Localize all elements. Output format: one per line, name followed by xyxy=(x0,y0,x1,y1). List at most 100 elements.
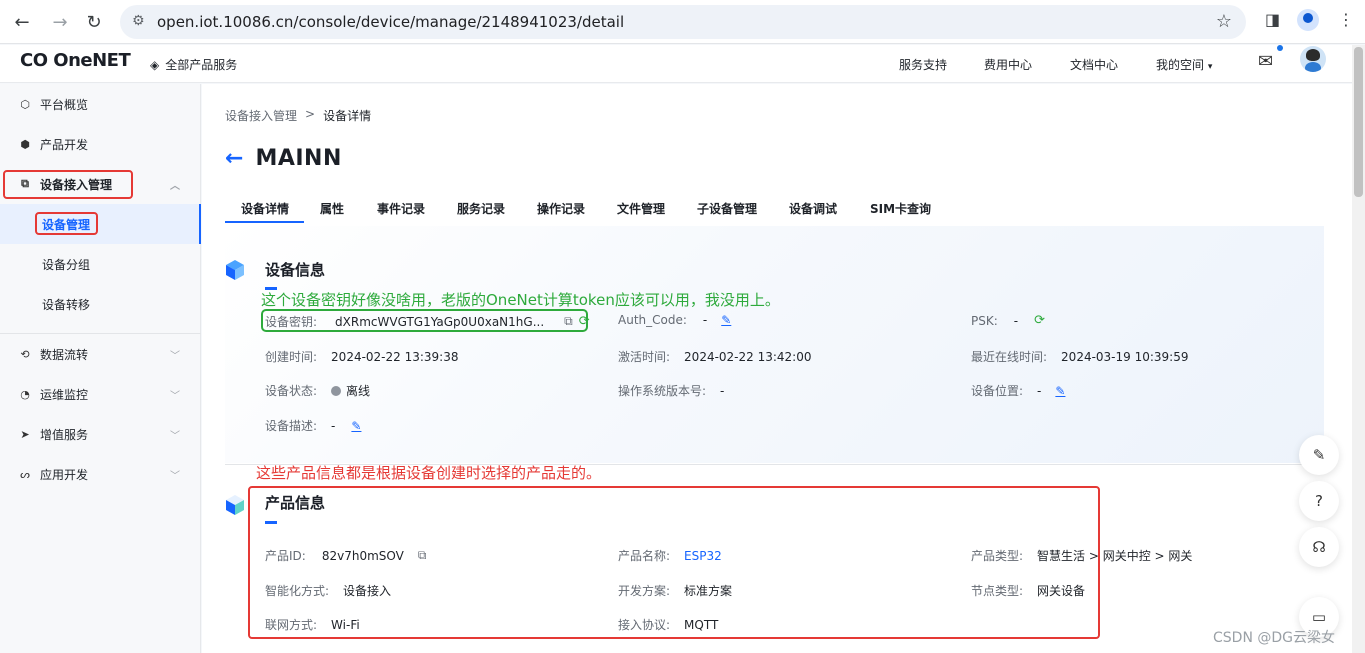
highlight-box xyxy=(248,486,1100,639)
field-label: 设备描述: xyxy=(265,419,318,433)
sidebar-item-label: 运维监控 xyxy=(40,387,89,402)
address-bar[interactable]: ⚙ open.iot.10086.cn/console/device/manag… xyxy=(120,5,1246,39)
help-icon: ? xyxy=(1315,492,1323,510)
service-support-link[interactable]: 服务支持 xyxy=(899,56,947,73)
sidebar-item-label: 数据流转 xyxy=(40,347,89,362)
sidebar-item-label: 应用开发 xyxy=(40,467,89,482)
notification-dot xyxy=(1277,45,1283,51)
page-scrollbar[interactable] xyxy=(1352,45,1365,653)
tab-device-debug[interactable]: 设备调试 xyxy=(789,200,837,217)
breadcrumb-separator: > xyxy=(305,107,316,121)
feedback-edit-button[interactable]: ✎ xyxy=(1299,435,1339,475)
field-created-time: 创建时间: 2024-02-22 13:39:38 xyxy=(265,348,459,365)
activated-time-value: 2024-02-22 13:42:00 xyxy=(684,349,812,364)
created-time-value: 2024-02-22 13:39:38 xyxy=(331,349,459,364)
profile-icon[interactable] xyxy=(1297,9,1319,31)
reload-icon[interactable]: ↻ xyxy=(82,10,106,34)
field-label: PSK: xyxy=(971,313,998,328)
sidebar-item-overview[interactable]: ⬡ 平台概览 xyxy=(0,84,201,124)
sidebar-item-label: 平台概览 xyxy=(40,97,89,112)
monitor-icon: ◔ xyxy=(20,387,30,401)
tab-device-detail[interactable]: 设备详情 xyxy=(241,200,289,217)
app-header: CO OneNET ◈ 全部产品服务 服务支持 费用中心 文档中心 我的空间 ▾… xyxy=(0,45,1352,83)
field-label: 创建时间: xyxy=(265,350,318,364)
chevron-down-icon: ﹀ xyxy=(170,350,180,362)
edit-note-icon: ✎ xyxy=(1312,446,1326,464)
sidebar-subitem-label: 设备转移 xyxy=(42,297,91,312)
sidebar-item-data-flow[interactable]: ⟲ 数据流转 ﹀ xyxy=(0,334,201,374)
forward-icon[interactable]: → xyxy=(48,10,72,34)
side-panel-icon[interactable]: ◨ xyxy=(1265,10,1280,29)
sidebar-subitem-device-manage[interactable]: 设备管理 xyxy=(0,204,201,244)
tab-properties[interactable]: 属性 xyxy=(320,200,344,217)
send-icon: ➤ xyxy=(20,427,30,441)
sidebar-subitem-device-group[interactable]: 设备分组 xyxy=(0,244,201,284)
sidebar-item-value-added[interactable]: ➤ 增值服务 ﹀ xyxy=(0,414,201,454)
user-avatar[interactable] xyxy=(1300,46,1326,72)
app-icon: ᔕ xyxy=(20,467,30,481)
location-value: - xyxy=(1037,383,1042,398)
breadcrumb-parent-link[interactable]: 设备接入管理 xyxy=(225,107,297,124)
panel-icon: ▭ xyxy=(1311,608,1327,626)
device-desc-value: - xyxy=(331,418,336,433)
page-title: MAINN xyxy=(255,146,342,171)
edit-icon[interactable]: ✎ xyxy=(1055,384,1065,398)
refresh-icon[interactable]: ⟳ xyxy=(1034,313,1045,328)
field-device-status: 设备状态: 离线 xyxy=(265,382,370,399)
customer-service-button[interactable]: ☊ xyxy=(1299,527,1339,567)
cube-blue-icon xyxy=(226,260,244,280)
help-button[interactable]: ? xyxy=(1299,481,1339,521)
highlight-box xyxy=(35,212,98,235)
tab-sub-device[interactable]: 子设备管理 xyxy=(697,200,757,217)
my-space-label: 我的空间 xyxy=(1156,58,1205,72)
auth-code-value: - xyxy=(702,313,708,327)
site-settings-icon[interactable]: ⚙ xyxy=(132,13,145,29)
all-products-menu[interactable]: ◈ 全部产品服务 xyxy=(150,56,237,73)
sidebar-subitem-label: 设备分组 xyxy=(42,257,91,272)
my-space-menu[interactable]: 我的空间 ▾ xyxy=(1156,56,1212,73)
billing-center-link[interactable]: 费用中心 xyxy=(984,56,1032,73)
highlight-box xyxy=(3,170,133,199)
psk-value: - xyxy=(1013,313,1019,328)
field-os-version: 操作系统版本号: - xyxy=(618,382,724,399)
last-online-value: 2024-03-19 10:39:59 xyxy=(1061,349,1189,364)
field-last-online: 最近在线时间: 2024-03-19 10:39:59 xyxy=(971,348,1189,365)
tab-bar: 设备详情 属性 事件记录 服务记录 操作记录 文件管理 子设备管理 设备调试 S… xyxy=(225,192,1325,224)
sidebar-item-app-dev[interactable]: ᔕ 应用开发 ﹀ xyxy=(0,454,201,494)
flow-icon: ⟲ xyxy=(20,347,30,361)
chevron-down-icon: ﹀ xyxy=(170,430,180,442)
field-label: 最近在线时间: xyxy=(971,350,1048,364)
bookmark-star-icon[interactable]: ☆ xyxy=(1216,11,1232,32)
tab-sim-query[interactable]: SIM卡查询 xyxy=(870,200,931,217)
scrollbar-thumb[interactable] xyxy=(1354,47,1363,197)
tab-service-log[interactable]: 服务记录 xyxy=(457,200,505,217)
chevron-down-icon: ﹀ xyxy=(170,390,180,402)
tab-operation-log[interactable]: 操作记录 xyxy=(537,200,585,217)
page-title-row: ← MAINN xyxy=(225,146,342,171)
mail-icon[interactable]: ✉ xyxy=(1258,51,1273,72)
logo-mark-icon: CO xyxy=(20,50,48,71)
sidebar-subitem-device-transfer[interactable]: 设备转移 xyxy=(0,284,201,324)
docs-center-link[interactable]: 文档中心 xyxy=(1070,56,1118,73)
headset-icon: ☊ xyxy=(1312,538,1326,556)
onenet-logo[interactable]: CO OneNET xyxy=(20,50,131,71)
sidebar-item-product-dev[interactable]: ⬢ 产品开发 xyxy=(0,124,201,164)
cube-icon: ⬢ xyxy=(20,137,30,151)
field-label: 设备位置: xyxy=(971,384,1024,398)
browser-toolbar: ← → ↻ ⚙ open.iot.10086.cn/console/device… xyxy=(0,0,1365,44)
edit-icon[interactable]: ✎ xyxy=(351,419,361,433)
chevron-down-icon: ﹀ xyxy=(170,470,180,482)
tab-event-log[interactable]: 事件记录 xyxy=(377,200,425,217)
url-text[interactable]: open.iot.10086.cn/console/device/manage/… xyxy=(157,13,624,31)
tab-file-manage[interactable]: 文件管理 xyxy=(617,200,665,217)
sidebar-item-ops-monitor[interactable]: ◔ 运维监控 ﹀ xyxy=(0,374,201,414)
device-info-title: 设备信息 xyxy=(265,261,326,279)
field-label: 操作系统版本号: xyxy=(618,384,707,398)
field-auth-code: Auth_Code: - ✎ xyxy=(618,313,731,327)
browser-menu-icon[interactable]: ⋮ xyxy=(1338,10,1354,29)
all-products-label: 全部产品服务 xyxy=(165,58,238,72)
edit-icon[interactable]: ✎ xyxy=(721,313,731,327)
caret-down-icon: ▾ xyxy=(1207,62,1213,72)
back-icon[interactable]: ← xyxy=(10,10,34,34)
back-arrow-icon[interactable]: ← xyxy=(225,147,243,170)
